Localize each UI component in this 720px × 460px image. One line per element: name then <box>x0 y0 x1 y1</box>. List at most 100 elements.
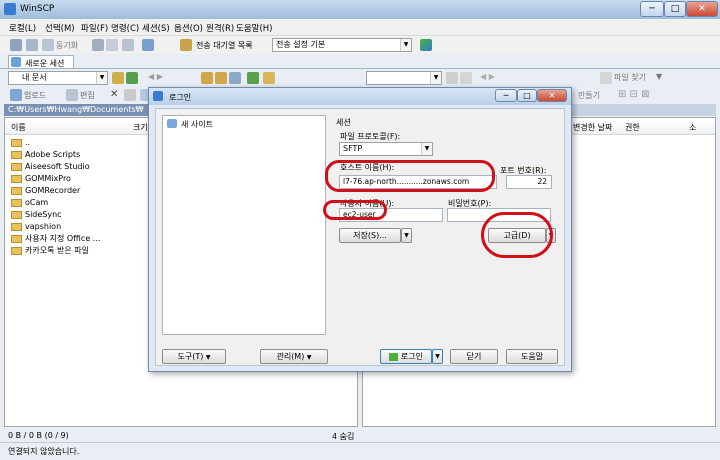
remote-nav-icon[interactable]: ◀ ▶ <box>480 72 495 81</box>
menu-remote[interactable]: 원격(R) <box>206 22 234 34</box>
home-icon[interactable] <box>229 72 241 84</box>
transfer-settings-value: 전송 설정 기본 <box>276 40 326 49</box>
login-dropdown-button[interactable]: ▼ <box>432 349 443 364</box>
file-name: 카카오톡 받은 파일 <box>25 246 89 255</box>
list-item[interactable]: GOMMixPro <box>11 173 71 185</box>
list-item[interactable]: Aiseesoft Studio <box>11 161 90 173</box>
connection-status: 연결되지 않았습니다. <box>8 447 80 456</box>
list-item[interactable]: SideSync <box>11 209 62 221</box>
console-icon[interactable] <box>92 39 104 51</box>
list-item[interactable]: Adobe Scripts <box>11 149 80 161</box>
list-item[interactable]: GOMRecorder <box>11 185 80 197</box>
status-divider <box>0 442 720 443</box>
menu-session[interactable]: 세션(S) <box>142 22 170 34</box>
folder-icon <box>11 175 22 183</box>
file-name: GOMRecorder <box>25 186 81 195</box>
file-name: vapshion <box>25 222 62 231</box>
remote-path-combo[interactable]: ▼ <box>366 71 442 85</box>
list-item[interactable]: 카카오톡 받은 파일 <box>11 245 89 257</box>
terminal-icon[interactable] <box>106 39 118 51</box>
protocol-select[interactable]: SFTP ▼ <box>339 142 433 156</box>
maximize-button[interactable]: □ <box>664 1 686 17</box>
window-title: WinSCP <box>20 4 55 14</box>
login-icon <box>389 352 399 361</box>
refresh-icon[interactable] <box>26 39 38 51</box>
column-modified[interactable]: 변경한 날짜 <box>573 121 612 134</box>
menu-select[interactable]: 선택(M) <box>45 22 75 34</box>
hidden-files-status[interactable]: 4 숨김 <box>332 431 354 442</box>
folder-icon <box>11 199 22 207</box>
chevron-down-icon: ▼ <box>96 72 107 84</box>
menu-bar: 로컬(L) 선택(M) 파일(F) 명령(C) 세션(S) 옵션(O) 원격(R… <box>0 19 720 36</box>
transfer-settings-combo[interactable]: 전송 설정 기본 ▼ <box>272 38 412 52</box>
column-name[interactable]: 이름 <box>11 121 26 134</box>
list-item[interactable]: .. <box>11 137 30 149</box>
tools-button[interactable]: 도구(T) ▼ <box>162 349 226 364</box>
queue-list-label[interactable]: 전송 대기열 목록 <box>196 40 253 51</box>
transfer-options-icon[interactable] <box>420 39 432 51</box>
file-name: Aiseesoft Studio <box>25 162 90 171</box>
root-dir-icon[interactable] <box>215 72 227 84</box>
close-dialog-button-label: 닫기 <box>466 352 482 361</box>
save-dropdown-button[interactable]: ▼ <box>401 228 412 243</box>
compare-icon[interactable] <box>10 39 22 51</box>
refresh-local-icon[interactable] <box>247 72 259 84</box>
sync-icon[interactable] <box>42 39 54 51</box>
edit-button[interactable]: 편집 <box>80 90 95 101</box>
list-item[interactable]: 사용자 지정 Office ... <box>11 233 100 245</box>
tab-new-session[interactable]: 새로운 세션 <box>8 55 74 69</box>
sync-label[interactable]: 동기화 <box>56 40 78 51</box>
back-icon[interactable]: ◀ ▶ <box>148 72 163 81</box>
chevron-down-icon: ▼ <box>430 72 441 84</box>
properties-icon[interactable] <box>124 89 136 101</box>
find-files-button[interactable]: 파일 찾기 <box>614 72 646 83</box>
list-item[interactable]: oCam <box>11 197 48 209</box>
site-tree-item-new-site[interactable]: 새 사이트 <box>181 119 213 130</box>
login-button[interactable]: 로그인 <box>380 349 432 364</box>
site-tree[interactable]: 새 사이트 <box>162 115 326 335</box>
column-size[interactable]: 크기 <box>133 121 148 134</box>
plus-icon[interactable]: ⊞ ⊟ ⊠ <box>618 89 650 100</box>
folder-icon <box>11 223 22 231</box>
save-button[interactable]: 저장(S)... <box>339 228 401 243</box>
menu-help[interactable]: 도움말(H) <box>236 22 272 34</box>
local-path-combo[interactable]: 내 문서 ▼ <box>8 71 108 85</box>
manage-button[interactable]: 관리(M) ▼ <box>260 349 328 364</box>
dialog-minimize-button[interactable]: ─ <box>495 89 517 102</box>
filter-icon[interactable] <box>126 72 138 84</box>
help-button[interactable]: 도움말 <box>506 349 558 364</box>
minimize-button[interactable]: ─ <box>640 1 664 17</box>
list-item[interactable]: vapshion <box>11 221 61 233</box>
tab-divider <box>0 68 720 69</box>
close-button[interactable]: ✕ <box>686 1 718 17</box>
open-folder-icon[interactable] <box>112 72 124 84</box>
putty-icon[interactable] <box>122 39 134 51</box>
chevron-down-icon: ▼ <box>205 354 211 361</box>
find-files-icon[interactable] <box>600 72 612 84</box>
menu-file[interactable]: 파일(F) <box>81 22 108 34</box>
parent-dir-icon[interactable] <box>201 72 213 84</box>
column-owner[interactable]: 소 <box>689 121 696 134</box>
delete-icon[interactable]: ✕ <box>110 89 118 100</box>
file-name: GOMMixPro <box>25 174 71 183</box>
create-button[interactable]: 만들기 <box>578 90 600 101</box>
remote-open-folder-icon[interactable] <box>446 72 458 84</box>
port-input[interactable]: 22 <box>506 175 552 189</box>
menu-options[interactable]: 옵션(O) <box>174 22 203 34</box>
upload-icon[interactable] <box>10 89 22 101</box>
upload-button[interactable]: 업로드 <box>24 90 46 101</box>
edit-icon[interactable] <box>66 89 78 101</box>
sync-browse-icon[interactable] <box>263 72 275 84</box>
remote-filter-icon[interactable] <box>460 72 472 84</box>
chevron-down-icon[interactable]: ▼ <box>656 72 662 81</box>
preferences-icon[interactable] <box>142 39 154 51</box>
dialog-close-button[interactable]: ✕ <box>537 89 567 102</box>
chevron-down-icon: ▼ <box>404 232 409 239</box>
menu-command[interactable]: 명령(C) <box>111 22 139 34</box>
login-dialog-title-bar: 로그인 ─ □ ✕ <box>149 88 571 105</box>
column-rights[interactable]: 권한 <box>625 121 640 134</box>
close-dialog-button[interactable]: 닫기 <box>450 349 498 364</box>
queue-icon[interactable] <box>180 39 192 51</box>
menu-local[interactable]: 로컬(L) <box>9 22 36 34</box>
dialog-maximize-button[interactable]: □ <box>517 89 537 102</box>
